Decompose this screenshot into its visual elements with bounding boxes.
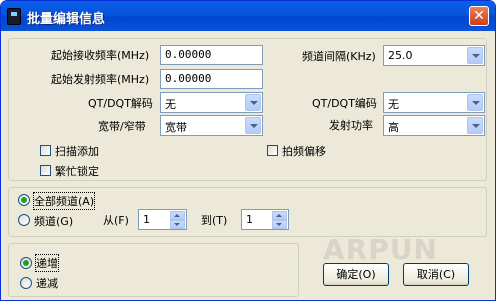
step-select[interactable]: 25.0 <box>383 45 485 66</box>
tx-freq-label: 起始发射频率(MHz) <box>51 73 150 86</box>
step-value: 25.0 <box>388 49 413 62</box>
from-label: 从(F) <box>103 214 129 227</box>
bandwidth-label: 宽带/窄带 <box>98 120 146 133</box>
batch-edit-dialog: 批量编辑信息 ✕ 起始接收频率(MHz) 0.00000 频道间隔(KHz) 2… <box>0 0 496 301</box>
cancel-button[interactable]: 取消(C) <box>403 263 469 286</box>
chevron-down-icon[interactable] <box>467 94 483 111</box>
decrement-radio[interactable] <box>20 277 32 289</box>
channel-label[interactable]: 频道(G) <box>34 213 73 229</box>
bandwidth-select[interactable]: 宽带 <box>160 115 263 136</box>
tx-freq-input[interactable]: 0.00000 <box>160 69 263 89</box>
from-spinner[interactable]: 1 <box>138 209 187 230</box>
qt-encode-value: 无 <box>388 98 399 111</box>
beat-shift-label[interactable]: 拍频偏移 <box>282 143 326 159</box>
scan-add-label[interactable]: 扫描添加 <box>55 143 99 159</box>
chevron-down-icon[interactable] <box>467 47 483 64</box>
ok-button[interactable]: 确定(O) <box>323 263 389 286</box>
rx-freq-input[interactable]: 0.00000 <box>160 45 263 65</box>
qt-decode-value: 无 <box>165 98 176 111</box>
step-label: 频道间隔(KHz) <box>302 50 376 63</box>
qt-encode-label: QT/DQT编码 <box>312 97 377 110</box>
decrement-label[interactable]: 递减 <box>36 275 58 291</box>
scan-add-checkbox[interactable] <box>40 145 51 156</box>
power-select[interactable]: 高 <box>383 115 485 136</box>
window-title: 批量编辑信息 <box>27 12 106 27</box>
to-value: 1 <box>246 213 253 226</box>
increment-label[interactable]: 递增 <box>35 254 59 272</box>
busy-lock-label[interactable]: 繁忙锁定 <box>55 163 99 179</box>
qt-decode-select[interactable]: 无 <box>160 92 263 113</box>
chevron-down-icon[interactable] <box>467 117 483 134</box>
spin-down-icon[interactable] <box>170 220 185 229</box>
qt-encode-select[interactable]: 无 <box>383 92 485 113</box>
spin-up-icon[interactable] <box>272 211 287 220</box>
radio-device-icon <box>7 8 21 25</box>
spin-down-icon[interactable] <box>272 220 287 229</box>
to-label: 到(T) <box>201 214 228 227</box>
all-channels-label[interactable]: 全部频道(A) <box>32 192 96 210</box>
title-bar[interactable]: 批量编辑信息 ✕ <box>1 1 495 31</box>
watermark-logo: ARPUN <box>323 233 438 266</box>
rx-freq-label: 起始接收频率(MHz) <box>51 49 150 62</box>
to-spinner[interactable]: 1 <box>241 209 289 230</box>
qt-decode-label: QT/DQT解码 <box>88 97 153 110</box>
busy-lock-checkbox[interactable] <box>40 165 51 176</box>
increment-radio[interactable] <box>20 257 32 269</box>
chevron-down-icon[interactable] <box>245 94 261 111</box>
beat-shift-checkbox[interactable] <box>267 145 278 156</box>
from-value: 1 <box>143 213 150 226</box>
channel-radio[interactable] <box>18 214 30 226</box>
power-label: 发射功率 <box>329 119 373 132</box>
chevron-down-icon[interactable] <box>245 117 261 134</box>
spin-up-icon[interactable] <box>170 211 185 220</box>
all-channels-radio[interactable] <box>18 194 30 206</box>
power-value: 高 <box>388 121 399 134</box>
bandwidth-value: 宽带 <box>165 121 187 134</box>
close-button[interactable]: ✕ <box>469 6 489 26</box>
